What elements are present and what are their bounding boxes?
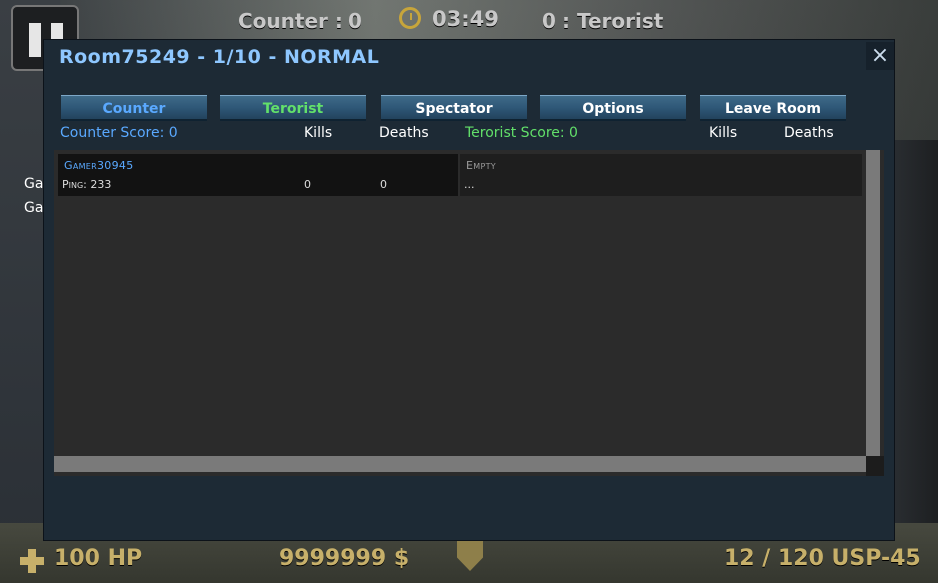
hud-terorist-label: : Terorist — [562, 9, 664, 33]
scoreboard-panel: Gamer30945 Ping: 233 0 0 Empty ... — [54, 150, 884, 476]
tab-counter[interactable]: Counter — [61, 95, 207, 121]
hud-money: 9999999 $ — [279, 546, 410, 571]
counter-deaths-header: Deaths — [379, 125, 429, 141]
stopwatch-icon — [399, 7, 421, 29]
hud-counter-score: 0 — [348, 9, 362, 33]
leave-room-button[interactable]: Leave Room — [700, 95, 846, 121]
counter-player-row: Gamer30945 Ping: 233 0 0 — [58, 154, 458, 196]
hud-timer: 03:49 — [432, 7, 499, 31]
side-hint-1: Ga — [24, 176, 44, 192]
pause-icon — [29, 23, 41, 57]
counter-kills-header: Kills — [304, 125, 333, 141]
player-ping: Ping: 233 — [62, 178, 112, 191]
hud-hp: 100 HP — [54, 546, 143, 571]
scrollbar-corner — [866, 456, 884, 476]
terorist-kills-header: Kills — [709, 125, 738, 141]
player-deaths: 0 — [380, 178, 387, 191]
side-hint-2: Ga — [24, 200, 44, 216]
tab-spectator[interactable]: Spectator — [381, 95, 527, 121]
close-button[interactable]: × — [866, 42, 894, 70]
player-kills: 0 — [304, 178, 311, 191]
vertical-scrollbar[interactable] — [866, 150, 880, 456]
horizontal-scrollbar[interactable] — [54, 456, 866, 472]
terorist-deaths-header: Deaths — [784, 125, 834, 141]
empty-slot-label: Empty — [466, 159, 496, 172]
tab-terorist[interactable]: Terorist — [220, 95, 366, 121]
hud-terorist-score: 0 — [542, 9, 556, 33]
scene-wall-right — [888, 140, 938, 540]
options-button[interactable]: Options — [540, 95, 686, 121]
hud-ammo: 12 / 120 USP-45 — [724, 546, 921, 571]
room-dialog: Room75249 - 1/10 - NORMAL × Counter Tero… — [44, 40, 894, 540]
hud-counter-label: Counter : — [238, 9, 343, 33]
empty-slot-detail: ... — [464, 178, 475, 191]
terorist-score-label: Terorist Score: 0 — [465, 125, 578, 141]
health-cross-icon — [20, 549, 44, 573]
player-name: Gamer30945 — [64, 159, 134, 172]
counter-score-label: Counter Score: 0 — [60, 125, 178, 141]
room-title: Room75249 - 1/10 - NORMAL — [59, 46, 380, 68]
terorist-player-row: Empty ... — [460, 154, 862, 196]
